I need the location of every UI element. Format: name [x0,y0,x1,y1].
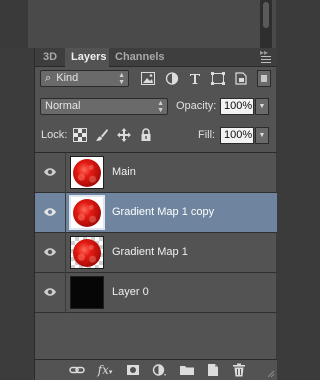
link-layers-icon[interactable] [69,362,85,378]
tab-channels[interactable]: Channels [109,48,169,66]
top-document-strip [0,0,276,48]
layer-style-fx-icon[interactable]: fx▾ [97,362,113,378]
add-layer-mask-icon[interactable] [125,362,141,378]
new-group-folder-icon[interactable] [179,362,195,378]
layer-row-gradient-map-1-copy[interactable]: Gradient Map 1 copy [35,193,277,233]
layer-name[interactable]: Gradient Map 1 [112,246,188,258]
layers-bottom-toolbar: fx▾ [35,359,277,380]
layer-row-gradient-map-1[interactable]: Gradient Map 1 [35,233,277,273]
red-ball-thumbnail-image [73,159,101,187]
filter-kind-label: Kind [56,72,79,84]
layer-name[interactable]: Main [112,166,136,178]
red-ball-thumbnail-image [73,239,101,267]
dropdown-arrows-icon: ▲ ▼ [157,100,164,114]
opacity-field[interactable]: 100% [220,98,254,115]
eye-visibility-icon[interactable] [43,287,57,297]
fill-dropdown-arrow-icon[interactable]: ▼ [255,127,269,144]
vertical-scrollbar[interactable] [260,0,272,48]
layer-name[interactable]: Gradient Map 1 copy [112,206,214,218]
eye-visibility-icon[interactable] [43,167,57,177]
layer-thumbnail[interactable] [70,236,104,269]
blend-row: Normal ▲ ▼ Opacity: 100% ▼ [35,98,277,118]
lock-row: Lock: Fill: 100% ▼ [35,126,277,146]
type-filter-icon[interactable] [188,72,202,85]
layer-thumbnail[interactable] [69,195,105,230]
fill-field[interactable]: 100% [220,127,254,144]
left-dock [0,48,34,379]
tab-3d[interactable]: 3D [37,48,65,66]
new-layer-icon[interactable] [205,362,221,378]
filter-row: ⌕ Kind ▲ ▼ [35,70,277,90]
lock-image-pixels-brush-icon[interactable] [95,128,109,142]
image-filter-icon[interactable] [141,72,155,85]
panel-tab-bar: 3D Layers Channels ▸▸ [35,48,277,67]
visibility-column-divider [65,273,66,313]
blend-mode-dropdown[interactable]: Normal ▲ ▼ [40,98,168,115]
visibility-column-divider [65,193,66,233]
red-ball-thumbnail-image [73,199,101,227]
panel-menu-icon[interactable] [261,56,273,66]
visibility-column-divider [65,233,66,273]
visibility-column-divider [65,153,66,193]
lock-all-padlock-icon[interactable] [139,128,153,142]
lock-label: Lock: [41,129,68,141]
shape-filter-icon[interactable] [211,72,225,85]
adjustment-filter-icon[interactable] [165,72,179,85]
left-gutter [0,0,28,48]
dropdown-arrows-icon: ▲ ▼ [118,72,125,86]
lock-position-move-icon[interactable] [117,128,131,142]
eye-visibility-icon[interactable] [43,207,57,217]
opacity-dropdown-arrow-icon[interactable]: ▼ [255,98,269,115]
blend-mode-value: Normal [45,100,81,112]
layers-list: Main Gradient Map 1 copy Gradient Map 1 [35,152,277,358]
smart-object-filter-icon[interactable] [234,72,248,85]
new-adjustment-layer-icon[interactable] [151,362,167,378]
filter-kind-dropdown[interactable]: ⌕ Kind ▲ ▼ [40,70,129,87]
eye-visibility-icon[interactable] [43,247,57,257]
layer-row-layer-0[interactable]: Layer 0 [35,273,277,313]
delete-layer-trash-icon[interactable] [231,362,247,378]
layers-panel: 3D Layers Channels ▸▸ ⌕ Kind ▲ ▼ Normal … [34,48,277,380]
layer-row-main[interactable]: Main [35,153,277,193]
resize-grip-icon[interactable] [267,370,275,378]
search-icon: ⌕ [45,72,52,84]
tab-layers[interactable]: Layers [65,48,109,67]
opacity-label: Opacity: [176,100,217,112]
layer-name[interactable]: Layer 0 [112,286,149,298]
fill-label: Fill: [198,129,216,141]
lock-transparent-pixels-icon[interactable] [73,128,87,142]
layer-thumbnail[interactable] [70,276,104,309]
filter-toggle-switch[interactable] [257,70,271,87]
layer-thumbnail[interactable] [70,156,104,189]
